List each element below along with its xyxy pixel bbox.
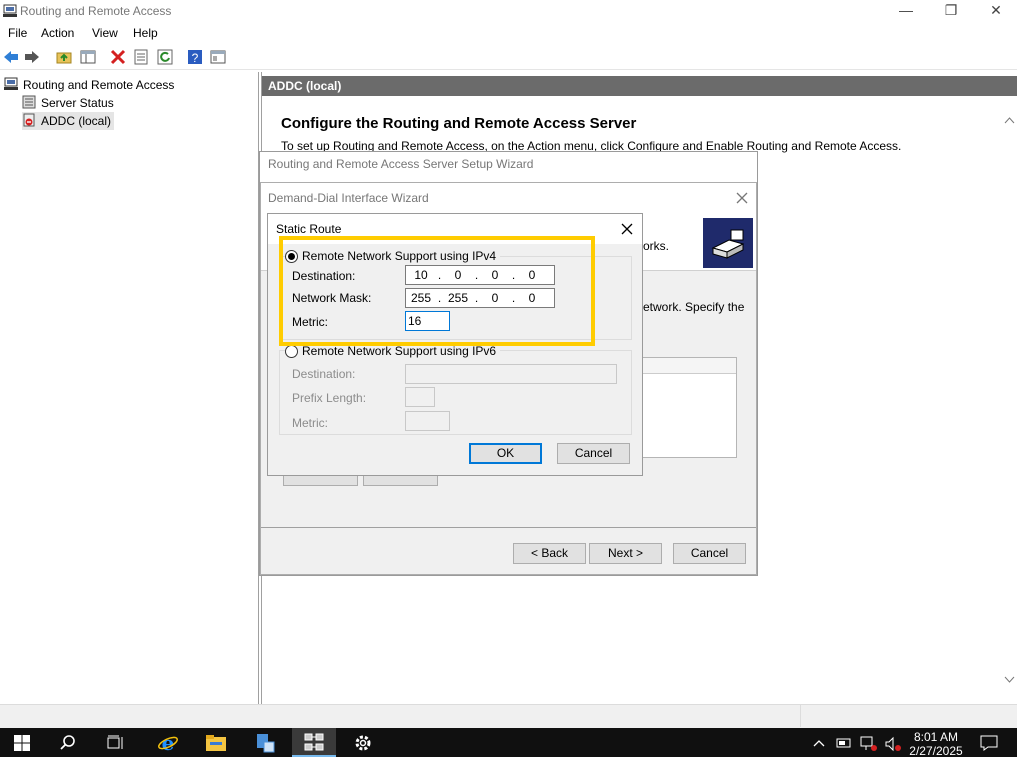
svg-text:e: e — [162, 732, 175, 754]
routing-app-icon — [3, 4, 17, 17]
clock[interactable]: 8:01 AM 2/27/2025 — [908, 730, 964, 758]
properties-icon[interactable] — [132, 48, 150, 66]
minimize-button[interactable]: — — [883, 0, 929, 22]
back-arrow-icon[interactable] — [2, 48, 20, 66]
routing-server-icon — [4, 77, 18, 90]
wizard-body-text: etwork. Specify the — [643, 300, 745, 314]
clock-time: 8:01 AM — [913, 730, 959, 744]
forward-arrow-icon[interactable] — [23, 48, 41, 66]
battery-icon[interactable] — [836, 736, 852, 750]
close-icon[interactable] — [621, 223, 633, 235]
wizard-divider — [261, 527, 756, 528]
cancel-button[interactable]: Cancel — [673, 543, 746, 564]
chevron-up-icon[interactable] — [813, 739, 825, 747]
file-explorer-button[interactable] — [194, 728, 238, 757]
server-manager-icon — [257, 733, 275, 752]
search-icon — [60, 734, 75, 750]
routing-network-icon — [304, 733, 324, 750]
dialog-cancel-button[interactable]: Cancel — [557, 443, 630, 464]
notifications-icon[interactable] — [980, 735, 998, 751]
taskbar: e 8:01 AM 2/27/2025 — [0, 728, 1017, 758]
ipv6-radio[interactable] — [285, 344, 298, 358]
task-view-icon — [107, 735, 123, 749]
ipv6-destination-label: Destination: — [292, 367, 356, 381]
results-header: ADDC (local) — [262, 76, 1017, 96]
refresh-icon[interactable] — [156, 48, 174, 66]
restore-button[interactable]: ❐ — [928, 0, 974, 22]
clock-date: 2/27/2025 — [909, 744, 963, 758]
tree-root-label: Routing and Remote Access — [23, 78, 175, 92]
ok-button[interactable]: OK — [469, 443, 542, 464]
wizard-header-text: orks. — [643, 239, 670, 253]
rras-taskbar-button[interactable] — [292, 728, 336, 757]
page-title: Configure the Routing and Remote Access … — [281, 115, 637, 132]
demand-dial-wizard-title: Demand-Dial Interface Wizard — [261, 183, 756, 213]
menu-bar: File Action View Help — [0, 22, 1017, 44]
server-status-icon — [22, 95, 36, 109]
status-divider — [800, 705, 801, 727]
show-hide-tree-icon[interactable] — [79, 48, 97, 66]
chevron-down-icon[interactable] — [1004, 676, 1015, 684]
ipv6-label: Remote Network Support using IPv6 — [302, 344, 497, 358]
delete-icon[interactable] — [109, 48, 127, 66]
start-button[interactable] — [0, 728, 44, 757]
folder-up-icon[interactable] — [55, 48, 73, 66]
ipv6-destination-input[interactable] — [405, 364, 617, 384]
ipv6-prefix-label: Prefix Length: — [292, 391, 367, 405]
ipv6-metric-label: Metric: — [292, 416, 328, 430]
ipv6-prefix-input[interactable] — [405, 387, 435, 407]
tree-item-server-status[interactable]: Server Status — [22, 94, 114, 112]
highlight-box — [279, 236, 595, 346]
task-view-button[interactable] — [94, 728, 138, 757]
internet-explorer-icon: e — [158, 732, 178, 754]
svg-text:?: ? — [192, 51, 199, 65]
wizard-network-icon — [703, 218, 753, 268]
close-button[interactable]: ✕ — [973, 0, 1017, 22]
tree-root[interactable]: Routing and Remote Access — [4, 76, 174, 94]
tree-item-addc[interactable]: ADDC (local) — [22, 112, 115, 130]
search-button[interactable] — [46, 728, 90, 757]
menu-help[interactable]: Help — [133, 26, 158, 40]
help-icon[interactable]: ? — [186, 48, 204, 66]
status-bar — [0, 704, 1017, 728]
tree-item-label: ADDC (local) — [41, 114, 112, 128]
chevron-up-icon[interactable] — [1004, 116, 1015, 124]
vertical-scrollbar[interactable] — [1001, 112, 1017, 690]
ie-button[interactable]: e — [146, 728, 190, 757]
gear-icon — [355, 735, 371, 750]
menu-action[interactable]: Action — [41, 26, 74, 40]
ipv6-radio-row[interactable]: Remote Network Support using IPv6 — [285, 344, 501, 358]
folder-icon — [206, 734, 226, 751]
title-bar: Routing and Remote Access — ❐ ✕ — [0, 0, 1017, 22]
server-manager-button[interactable] — [243, 728, 287, 757]
setup-wizard-title: Routing and Remote Access Server Setup W… — [260, 152, 757, 182]
settings-button[interactable] — [341, 728, 385, 757]
toolbar: ? — [0, 44, 1017, 70]
tree-item-label: Server Status — [41, 96, 114, 110]
close-icon[interactable] — [736, 192, 748, 204]
console-icon[interactable] — [209, 48, 227, 66]
back-button[interactable]: < Back — [513, 543, 586, 564]
window-title: Routing and Remote Access — [20, 4, 172, 18]
windows-logo-icon — [14, 734, 30, 751]
server-down-icon — [23, 113, 35, 127]
ipv6-metric-input[interactable] — [405, 411, 450, 431]
menu-file[interactable]: File — [8, 26, 27, 40]
network-icon[interactable] — [860, 736, 878, 752]
next-button[interactable]: Next > — [589, 543, 662, 564]
tree-pane: Routing and Remote Access Server Status … — [0, 72, 259, 704]
menu-view[interactable]: View — [92, 26, 118, 40]
volume-muted-icon[interactable] — [884, 736, 902, 752]
